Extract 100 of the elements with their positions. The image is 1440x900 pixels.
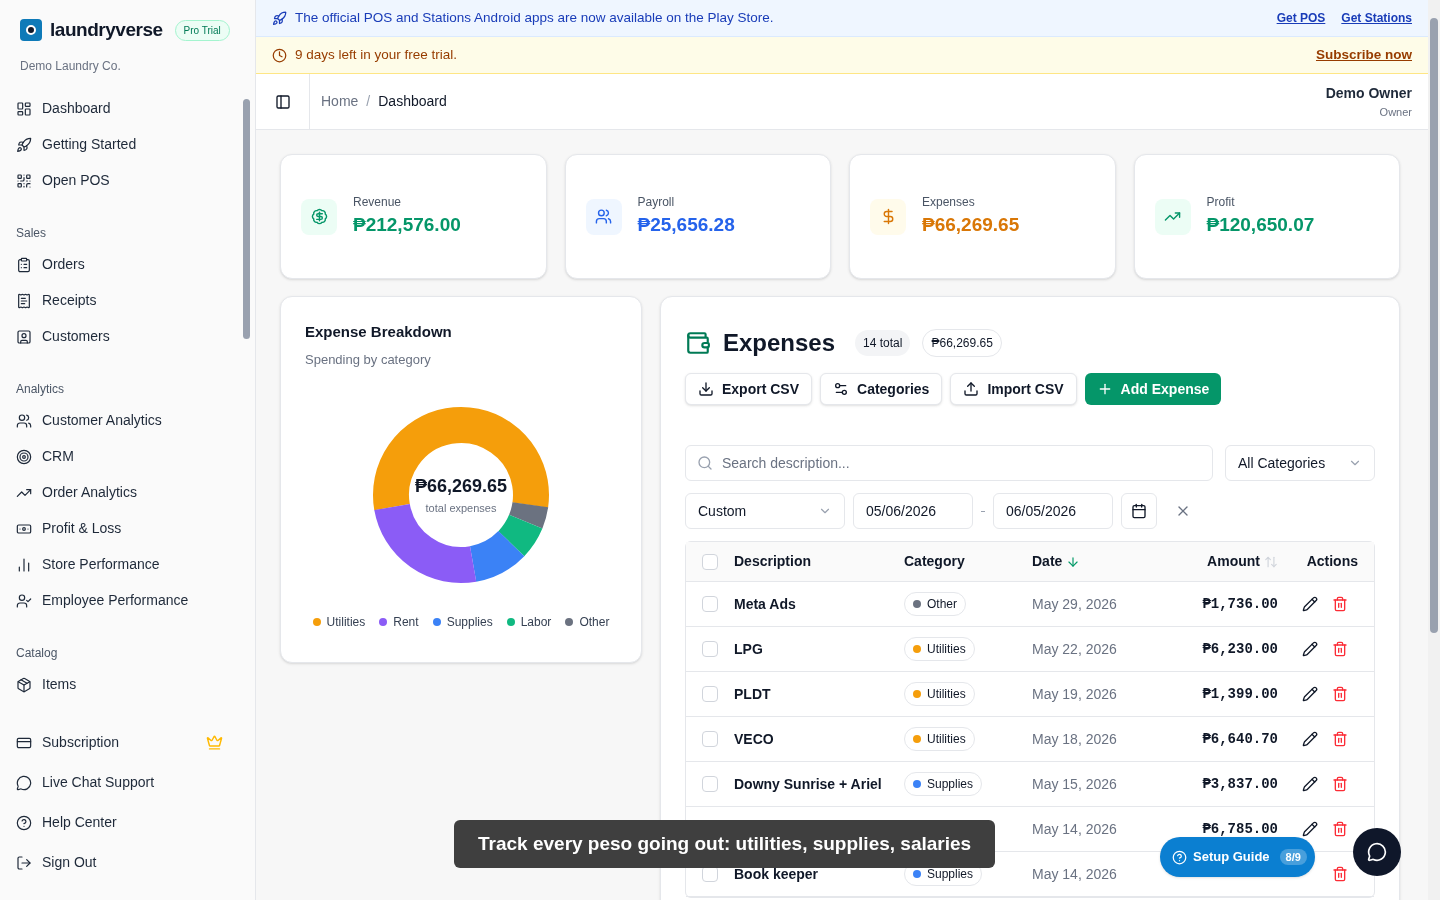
breadcrumb-link[interactable]: Dashboard bbox=[378, 91, 447, 112]
description-cell: Downy Sunrise + Ariel bbox=[734, 775, 882, 792]
trash-icon bbox=[1332, 731, 1348, 747]
legend-label: Labor bbox=[520, 614, 552, 631]
section-label: Sales bbox=[15, 224, 48, 242]
brand-name: laundryverse bbox=[50, 18, 163, 42]
legend-label: Supplies bbox=[446, 614, 493, 631]
delete-button[interactable] bbox=[1332, 686, 1348, 702]
edit-button[interactable] bbox=[1302, 731, 1318, 747]
delete-button[interactable] bbox=[1332, 641, 1348, 657]
announcement-link[interactable]: Get Stations bbox=[1341, 9, 1412, 27]
breadcrumb-link[interactable]: Home bbox=[321, 91, 359, 112]
edit-button[interactable] bbox=[1302, 641, 1318, 657]
column-header[interactable]: Date bbox=[1032, 551, 1063, 572]
toolbar-button[interactable]: Categories bbox=[820, 373, 943, 405]
pencil-icon bbox=[1302, 821, 1318, 837]
toolbar-button[interactable]: Export CSV bbox=[685, 373, 812, 405]
sidebar-item[interactable]: Help Center bbox=[0, 804, 239, 841]
row-checkbox[interactable] bbox=[702, 776, 718, 792]
logo-icon bbox=[20, 19, 42, 42]
date-cell: May 14, 2026 bbox=[1032, 820, 1117, 837]
sidebar-item[interactable]: Store Performance bbox=[0, 546, 239, 583]
description-cell: LPG bbox=[734, 640, 763, 657]
sidebar-item[interactable]: Subscription bbox=[0, 724, 239, 761]
rocket-icon bbox=[272, 10, 287, 26]
setup-guide-button[interactable]: Setup Guide 8/9 bbox=[1160, 837, 1315, 877]
column-header[interactable]: Amount bbox=[1207, 551, 1260, 572]
delete-button[interactable] bbox=[1332, 596, 1348, 612]
calendar-button[interactable] bbox=[1121, 493, 1157, 529]
sidebar-item[interactable]: Open POS bbox=[0, 162, 239, 199]
user-check-icon bbox=[16, 592, 32, 609]
sidebar-item[interactable]: Employee Performance bbox=[0, 582, 239, 619]
package-icon bbox=[16, 676, 32, 693]
edit-button[interactable] bbox=[1302, 686, 1318, 702]
plan-badge: Pro Trial bbox=[174, 19, 230, 41]
stat-value: ₱120,650.07 bbox=[1206, 213, 1315, 238]
date-cell: May 15, 2026 bbox=[1032, 775, 1117, 792]
date-to-field[interactable]: 06/05/2026 bbox=[993, 493, 1113, 529]
count-badge: 14 total bbox=[855, 330, 911, 356]
delete-button[interactable] bbox=[1332, 731, 1348, 747]
sidebar-item[interactable]: Customers bbox=[0, 318, 239, 355]
delete-button[interactable] bbox=[1332, 776, 1348, 792]
date-from-field[interactable]: 05/06/2026 bbox=[853, 493, 973, 529]
date-cell: May 29, 2026 bbox=[1032, 595, 1117, 612]
sidebar-item[interactable]: Order Analytics bbox=[0, 474, 239, 511]
sidebar-item[interactable]: Orders bbox=[0, 246, 239, 283]
range-select[interactable]: Custom bbox=[685, 493, 845, 529]
search-icon bbox=[697, 455, 713, 471]
row-checkbox[interactable] bbox=[702, 686, 718, 702]
trash-icon bbox=[1332, 686, 1348, 702]
stat-value: ₱212,576.00 bbox=[353, 213, 461, 238]
date-cell: May 18, 2026 bbox=[1032, 730, 1117, 747]
help-icon bbox=[16, 814, 32, 831]
edit-button[interactable] bbox=[1302, 776, 1318, 792]
announcement-link[interactable]: Get POS bbox=[1276, 9, 1326, 27]
description-cell: Meta Ads bbox=[734, 595, 796, 612]
row-checkbox[interactable] bbox=[702, 731, 718, 747]
edit-button[interactable] bbox=[1302, 596, 1318, 612]
column-header[interactable]: Description bbox=[734, 551, 811, 572]
clipboard-icon bbox=[16, 256, 32, 273]
column-header[interactable]: Category bbox=[904, 551, 965, 572]
announcement-text: The official POS and Stations Android apps are now available on the Play Store. bbox=[295, 8, 775, 27]
column-header[interactable]: Actions bbox=[1306, 551, 1358, 572]
sidebar-item[interactable]: Sign Out bbox=[0, 844, 239, 881]
pencil-icon bbox=[1302, 731, 1318, 747]
pencil-icon bbox=[1302, 641, 1318, 657]
search-field[interactable]: Search description... bbox=[685, 445, 1213, 481]
stat-value: ₱25,656.28 bbox=[637, 213, 735, 238]
trial-text: 9 days left in your free trial. bbox=[295, 45, 459, 64]
select-all-checkbox[interactable] bbox=[702, 553, 718, 570]
description-cell: VECO bbox=[734, 730, 774, 747]
delete-button[interactable] bbox=[1332, 866, 1348, 882]
category-select[interactable]: All Categories bbox=[1225, 445, 1375, 481]
trash-icon bbox=[1332, 821, 1348, 837]
amount-cell-text: ₱6,230.00 bbox=[1202, 639, 1278, 659]
calendar-icon bbox=[1131, 503, 1147, 519]
subscribe-link[interactable]: Subscribe now bbox=[1315, 44, 1412, 66]
legend-label: Utilities bbox=[326, 614, 366, 631]
description-cell: PLDT bbox=[734, 685, 771, 702]
sidebar-item[interactable]: Items bbox=[0, 666, 239, 703]
sidebar-item[interactable]: Profit & Loss bbox=[0, 510, 239, 547]
sidebar-item[interactable]: Live Chat Support bbox=[0, 764, 239, 801]
upload-icon bbox=[963, 381, 980, 397]
row-checkbox[interactable] bbox=[702, 641, 718, 657]
add-expense-button[interactable]: Add Expense bbox=[1084, 373, 1222, 405]
sidebar-item[interactable]: CRM bbox=[0, 438, 239, 475]
trash-icon bbox=[1332, 776, 1348, 792]
sidebar-item[interactable]: Customer Analytics bbox=[0, 402, 239, 439]
pencil-icon bbox=[1302, 596, 1318, 612]
sidebar-item[interactable]: Receipts bbox=[0, 282, 239, 319]
users-icon bbox=[16, 412, 32, 429]
delete-button[interactable] bbox=[1332, 821, 1348, 837]
edit-button[interactable] bbox=[1302, 821, 1318, 837]
dollar-badge-icon bbox=[310, 208, 328, 225]
trash-icon bbox=[1332, 866, 1348, 882]
sidebar-item[interactable]: Getting Started bbox=[0, 126, 239, 163]
stat-label: Expenses bbox=[922, 194, 976, 212]
toolbar-button[interactable]: Import CSV bbox=[950, 373, 1077, 405]
sidebar-item[interactable]: Dashboard bbox=[0, 90, 239, 127]
row-checkbox[interactable] bbox=[702, 596, 718, 612]
